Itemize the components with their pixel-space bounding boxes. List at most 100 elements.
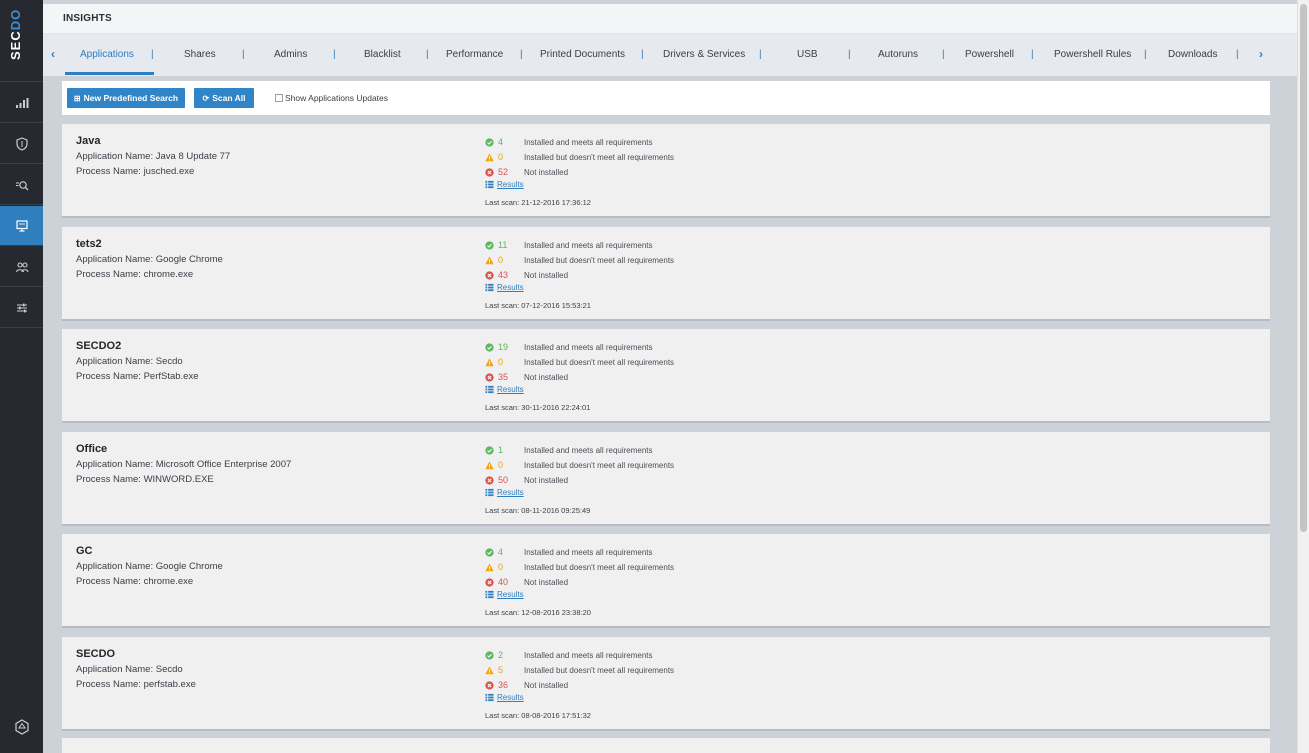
sliders-icon (16, 303, 27, 312)
card-title[interactable]: SECDO2 (76, 340, 121, 352)
tab-separator: | (426, 49, 429, 60)
partial-count: 0 (498, 357, 504, 367)
nav-settings[interactable] (0, 288, 43, 328)
met-count: 11 (498, 240, 508, 250)
stat-installed-meets: 19 Installed and meets all requirements (485, 341, 653, 353)
warning-icon (485, 358, 494, 366)
missing-count: 35 (498, 372, 509, 382)
last-scan-timestamp: Last scan: 07-12-2016 15:53:21 (485, 301, 591, 310)
tab-powershell-rules[interactable]: Powershell Rules (1054, 49, 1131, 60)
x-circle-icon (485, 680, 494, 690)
stat-installed-partial: 0 Installed but doesn't meet all require… (485, 459, 674, 471)
card-title[interactable]: SECDO (76, 648, 115, 660)
results-link[interactable]: Results (497, 283, 524, 292)
tab-separator: | (1031, 49, 1034, 60)
stat-installed-meets: 2 Installed and meets all requirements (485, 649, 653, 661)
card-title[interactable]: Office (76, 443, 107, 455)
application-name: Application Name: Google Chrome (76, 561, 223, 572)
missing-count: 50 (498, 475, 509, 485)
scrollbar-thumb[interactable] (1300, 4, 1307, 532)
application-name: Application Name: Secdo (76, 664, 183, 675)
process-name: Process Name: jusched.exe (76, 166, 195, 177)
check-circle-icon (485, 342, 494, 352)
scan-all-button[interactable]: ⟳ Scan All (194, 88, 254, 108)
warning-icon (485, 563, 494, 571)
app-window: SECDO INSIGHTS ‹ Applications | Shares |… (0, 0, 1309, 753)
list-item-partial (62, 738, 1270, 753)
application-card: Office Application Name: Microsoft Offic… (62, 432, 1270, 526)
stat-not-installed: 35 Not installed (485, 371, 568, 383)
tab-admins[interactable]: Admins (274, 49, 307, 60)
partial-label: Installed but doesn't meet all requireme… (524, 562, 675, 572)
bottom-menu[interactable] (0, 707, 43, 747)
stat-installed-partial: 0 Installed but doesn't meet all require… (485, 356, 674, 368)
stat-not-installed: 43 Not installed (485, 269, 568, 281)
tab-separator: | (333, 49, 336, 60)
tab-performance[interactable]: Performance (446, 49, 503, 60)
tab-powershell[interactable]: Powershell (965, 49, 1014, 60)
results-link-row: Results (485, 283, 524, 292)
missing-label: Not installed (524, 680, 569, 690)
partial-label: Installed but doesn't meet all requireme… (524, 255, 675, 265)
toolbar: ⊞ New Predefined Search ⟳ Scan All Show … (62, 81, 1270, 115)
results-link[interactable]: Results (497, 488, 524, 497)
x-circle-icon (485, 167, 494, 177)
partial-label: Installed but doesn't meet all requireme… (524, 357, 675, 367)
tab-blacklist[interactable]: Blacklist (364, 49, 401, 60)
last-scan-timestamp: Last scan: 21-12-2016 17:36:12 (485, 198, 591, 207)
warning-icon (485, 153, 494, 161)
check-circle-icon (485, 547, 494, 557)
tab-applications[interactable]: Applications (80, 49, 134, 60)
list-icon (485, 590, 494, 599)
list-icon (485, 283, 494, 292)
warning-icon (485, 461, 494, 469)
card-title[interactable]: tets2 (76, 238, 102, 250)
check-circle-icon (485, 445, 494, 455)
new-predefined-search-button[interactable]: ⊞ New Predefined Search (67, 88, 185, 108)
check-circle-icon (485, 137, 494, 147)
nav-security[interactable] (0, 124, 43, 164)
results-link[interactable]: Results (497, 180, 524, 189)
show-updates-label[interactable]: Show Applications Updates (285, 93, 388, 103)
tab-bar: ‹ Applications | Shares | Admins | Black… (43, 34, 1297, 76)
results-link-row: Results (485, 488, 524, 497)
stat-installed-meets: 4 Installed and meets all requirements (485, 546, 653, 558)
tab-separator: | (641, 49, 644, 60)
tab-drivers-services[interactable]: Drivers & Services (663, 49, 745, 60)
tab-downloads[interactable]: Downloads (1168, 49, 1217, 60)
new-predefined-search-label: New Predefined Search (83, 93, 179, 103)
page-header: INSIGHTS (43, 4, 1297, 34)
met-label: Installed and meets all requirements (524, 650, 653, 660)
nav-investigate[interactable] (0, 165, 43, 205)
met-label: Installed and meets all requirements (524, 547, 653, 557)
list-icon (485, 180, 494, 189)
tab-scroll-right-icon[interactable]: › (1259, 47, 1263, 61)
tab-scroll-left-icon[interactable]: ‹ (51, 47, 55, 61)
scrollbar[interactable] (1297, 0, 1309, 753)
nav-users[interactable] (0, 247, 43, 287)
card-title[interactable]: GC (76, 545, 93, 557)
application-card: GC Application Name: Google Chrome Proce… (62, 534, 1270, 628)
met-count: 4 (498, 547, 504, 557)
results-link[interactable]: Results (497, 590, 524, 599)
partial-count: 0 (498, 152, 504, 162)
nav-insights[interactable] (0, 206, 43, 246)
missing-label: Not installed (524, 167, 569, 177)
card-title[interactable]: Java (76, 135, 100, 147)
tab-usb[interactable]: USB (797, 49, 818, 60)
tab-shares[interactable]: Shares (184, 49, 216, 60)
results-link[interactable]: Results (497, 385, 524, 394)
tab-separator: | (520, 49, 523, 60)
nav-dashboard[interactable] (0, 83, 43, 123)
shield-icon (15, 136, 28, 151)
show-updates-checkbox[interactable] (275, 94, 283, 102)
check-circle-icon (485, 650, 494, 660)
tab-separator: | (759, 49, 762, 60)
stat-installed-partial: 5 Installed but doesn't meet all require… (485, 664, 674, 676)
results-link[interactable]: Results (497, 693, 524, 702)
tab-printed-documents[interactable]: Printed Documents (540, 49, 625, 60)
x-circle-icon (485, 475, 494, 485)
tab-autoruns[interactable]: Autoruns (878, 49, 918, 60)
list-icon (485, 488, 494, 497)
signal-bars-icon (15, 97, 28, 108)
